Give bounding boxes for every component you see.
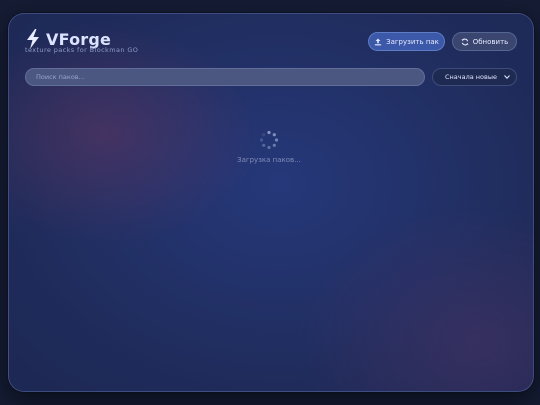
upload-pack-button[interactable]: Загрузить пак [368,32,445,51]
sort-select[interactable]: Сначала новые [432,68,517,86]
app-subtitle: texture packs for Blockman GO [25,46,139,54]
upload-pack-label: Загрузить пак [386,37,439,46]
loading-status-text: Загрузка паков... [237,156,301,164]
refresh-icon [461,38,469,45]
search-input[interactable] [25,68,425,86]
app-window: VForge texture packs for Blockman GO Заг… [8,13,534,392]
refresh-label: Обновить [472,37,509,46]
spinner-icon [259,130,279,150]
chevron-down-icon [504,75,510,79]
refresh-button[interactable]: Обновить [452,32,517,51]
sort-selected-label: Сначала новые [445,73,497,81]
upload-icon [374,38,382,45]
